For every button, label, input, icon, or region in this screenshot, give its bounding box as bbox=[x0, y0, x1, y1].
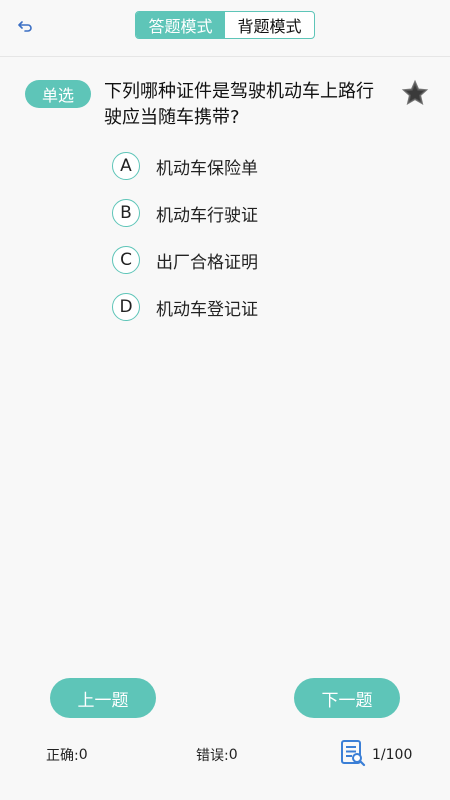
tab-answer-mode[interactable]: 答题模式 bbox=[136, 12, 225, 38]
question-progress[interactable]: 1/100 bbox=[340, 739, 412, 771]
wrong-label: 错误: bbox=[196, 748, 229, 764]
option-a[interactable]: A 机动车保险单 bbox=[112, 150, 258, 182]
correct-label: 正确: bbox=[46, 748, 79, 764]
header-divider bbox=[0, 56, 450, 57]
option-letter: D bbox=[112, 293, 140, 321]
stats-footer: 正确: 0 错误: 0 1/100 bbox=[0, 740, 450, 767]
question-type-badge: 单选 bbox=[25, 80, 91, 108]
tab-memorize-mode[interactable]: 背题模式 bbox=[225, 12, 314, 38]
option-text: 机动车登记证 bbox=[156, 299, 258, 320]
option-text: 机动车行驶证 bbox=[156, 205, 258, 226]
star-icon[interactable] bbox=[400, 78, 430, 108]
top-bar: 答题模式 背题模式 bbox=[0, 0, 450, 56]
option-text: 出厂合格证明 bbox=[156, 252, 258, 273]
prev-question-button[interactable]: 上一题 bbox=[50, 678, 156, 718]
mode-switch: 答题模式 背题模式 bbox=[135, 11, 315, 39]
option-d[interactable]: D 机动车登记证 bbox=[112, 291, 258, 323]
correct-count: 0 bbox=[78, 747, 88, 763]
question-text: 下列哪种证件是驾驶机动车上路行驶应当随车携带? bbox=[104, 81, 374, 128]
question-list-icon[interactable] bbox=[340, 739, 366, 771]
options-list: A 机动车保险单 B 机动车行驶证 C 出厂合格证明 D 机动车登记证 bbox=[112, 150, 258, 338]
progress-text: 1/100 bbox=[372, 747, 413, 763]
wrong-stat: 错误: 0 bbox=[196, 745, 238, 765]
option-letter: B bbox=[112, 199, 140, 227]
option-letter: C bbox=[112, 246, 140, 274]
wrong-count: 0 bbox=[228, 747, 238, 763]
option-letter: A bbox=[112, 152, 140, 180]
back-arrow-icon[interactable] bbox=[14, 14, 38, 38]
next-question-button[interactable]: 下一题 bbox=[294, 678, 400, 718]
option-text: 机动车保险单 bbox=[156, 158, 258, 179]
option-c[interactable]: C 出厂合格证明 bbox=[112, 244, 258, 276]
option-b[interactable]: B 机动车行驶证 bbox=[112, 197, 258, 229]
correct-stat: 正确: 0 bbox=[46, 745, 88, 765]
